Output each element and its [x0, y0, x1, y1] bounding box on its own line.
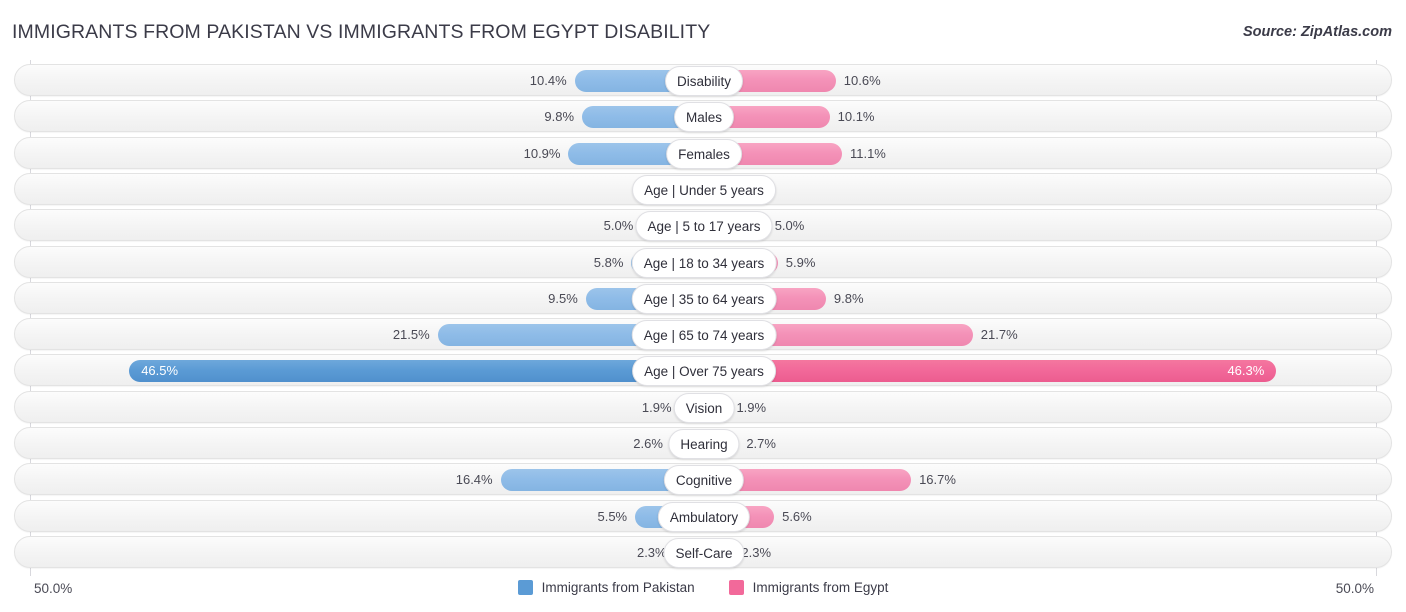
category-label-pill: Age | Under 5 years: [632, 174, 776, 205]
legend-swatch-icon: [728, 580, 744, 595]
bar-pair: 21.5% 21.7% Age | 65 to 74 years: [15, 319, 1393, 351]
category-label-pill: Ambulatory: [657, 501, 751, 532]
category-label-pill: Age | 35 to 64 years: [631, 283, 777, 314]
chart-row: 16.4% 16.7% Cognitive: [14, 463, 1393, 496]
chart-row: 5.8% 5.9% Age | 18 to 34 years: [14, 245, 1393, 279]
legend-swatch-icon: [517, 580, 533, 595]
value-label-egypt: 2.7%: [746, 436, 776, 451]
category-label-pill: Vision: [673, 392, 735, 423]
legend-label: Immigrants from Egypt: [752, 580, 889, 595]
value-label-pakistan: 46.5%: [141, 363, 179, 379]
bar-egypt: [705, 360, 1277, 383]
value-label-pakistan: 9.5%: [548, 290, 578, 306]
source-attribution: Source: ZipAtlas.com: [1242, 24, 1392, 40]
bar-pair: 16.4% 16.7% Cognitive: [15, 464, 1393, 496]
value-label-pakistan: 10.9%: [523, 145, 561, 161]
category-label-pill: Age | 65 to 74 years: [631, 320, 777, 351]
chart-row: 10.4% 10.6% Disability: [14, 64, 1392, 96]
value-label-pakistan: 9.8%: [544, 109, 575, 125]
chart-row: 2.3% 2.3% Self-Care: [14, 535, 1393, 569]
category-label-pill: Self-Care: [663, 537, 745, 568]
bar-pair: 46.5% 46.3% Age | Over 75 years: [15, 355, 1393, 387]
category-label-pill: Age | 18 to 34 years: [631, 247, 777, 278]
category-label-pill: Hearing: [668, 429, 740, 459]
value-label-egypt: 5.0%: [774, 218, 805, 234]
category-label-pill: Disability: [664, 66, 744, 96]
value-label-pakistan: 5.0%: [603, 218, 634, 234]
chart-row: 5.5% 5.6% Ambulatory: [14, 499, 1393, 533]
category-label-pill: Males: [673, 102, 735, 133]
value-label-egypt: 5.9%: [785, 254, 816, 270]
chart-row: 1.9% 1.9% Vision: [14, 390, 1393, 424]
value-label-pakistan: 2.3%: [636, 544, 667, 560]
category-label-pill: Age | 5 to 17 years: [635, 211, 773, 242]
legend-item-egypt[interactable]: Immigrants from Egypt: [728, 580, 889, 595]
bar-pair: 9.8% 10.1% Males: [15, 101, 1393, 133]
bar-pair: 2.3% 2.3% Self-Care: [15, 537, 1393, 569]
value-label-egypt: 5.6%: [782, 508, 812, 524]
legend-item-pakistan[interactable]: Immigrants from Pakistan: [517, 580, 695, 595]
value-label-pakistan: 1.9%: [641, 399, 672, 415]
value-label-pakistan: 16.4%: [455, 472, 493, 488]
chart-row: 9.5% 9.8% Age | 35 to 64 years: [14, 281, 1393, 315]
chart-row: 21.5% 21.7% Age | 65 to 74 years: [14, 318, 1393, 351]
bar-pair: 5.8% 5.9% Age | 18 to 34 years: [15, 247, 1393, 279]
chart-footer: 50.0% 50.0% Immigrants from Pakistan Immi…: [0, 578, 1406, 612]
legend-label: Immigrants from Pakistan: [541, 580, 695, 595]
category-label-pill: Cognitive: [663, 465, 745, 496]
chart-page: IMMIGRANTS FROM PAKISTAN VS IMMIGRANTS F…: [0, 0, 1406, 612]
value-label-egypt: 10.6%: [843, 73, 881, 88]
value-label-pakistan: 21.5%: [392, 327, 430, 343]
bar-pair: 9.5% 9.8% Age | 35 to 64 years: [15, 283, 1393, 315]
chart-row: 46.5% 46.3% Age | Over 75 years: [14, 354, 1393, 387]
chart-row: 2.6% 2.7% Hearing: [14, 427, 1392, 459]
value-label-pakistan: 10.4%: [529, 73, 567, 88]
value-label-egypt: 9.8%: [833, 290, 864, 306]
value-label-pakistan: 2.6%: [633, 436, 663, 451]
value-label-pakistan: 5.5%: [597, 508, 628, 524]
bar-pair: 10.9% 11.1% Females: [15, 138, 1393, 170]
chart-row: 10.9% 11.1% Females: [14, 136, 1393, 170]
bar-pair: 10.4% 10.6% Disability: [15, 65, 1393, 97]
bar-pair: 1.1%1.1%Age | Under 5 years: [15, 174, 1393, 206]
bar-pair: 2.6% 2.7% Hearing: [15, 428, 1393, 460]
chart-row: 9.8% 10.1% Males: [14, 100, 1393, 133]
chart-plot-area: 10.4% 10.6% Disability 9.8% 10.1% Males 10.9% 1…: [0, 60, 1406, 578]
bar-pair: 5.5% 5.6% Ambulatory: [15, 501, 1393, 533]
value-label-egypt: 2.3%: [741, 544, 772, 560]
value-label-egypt: 1.9%: [736, 399, 767, 415]
chart-header: IMMIGRANTS FROM PAKISTAN VS IMMIGRANTS F…: [0, 0, 1406, 56]
value-label-egypt: 21.7%: [980, 327, 1018, 343]
value-label-egypt: 16.7%: [919, 472, 956, 488]
page-title: IMMIGRANTS FROM PAKISTAN VS IMMIGRANTS F…: [12, 21, 711, 43]
category-label-pill: Age | Over 75 years: [632, 356, 776, 387]
value-label-egypt: 11.1%: [849, 145, 886, 161]
value-label-egypt: 10.1%: [837, 109, 875, 125]
value-label-pakistan: 5.8%: [593, 254, 624, 270]
value-label-egypt: 46.3%: [1227, 363, 1265, 379]
chart-row: 1.1%1.1%Age | Under 5 years: [14, 172, 1393, 206]
chart-row: 5.0% 5.0% Age | 5 to 17 years: [14, 209, 1393, 242]
category-label-pill: Females: [666, 138, 742, 169]
bar-pair: 5.0% 5.0% Age | 5 to 17 years: [15, 210, 1393, 242]
bar-pair: 1.9% 1.9% Vision: [15, 392, 1393, 424]
chart-legend: Immigrants from Pakistan Immigrants from …: [0, 580, 1406, 595]
bar-pakistan: [129, 360, 703, 383]
